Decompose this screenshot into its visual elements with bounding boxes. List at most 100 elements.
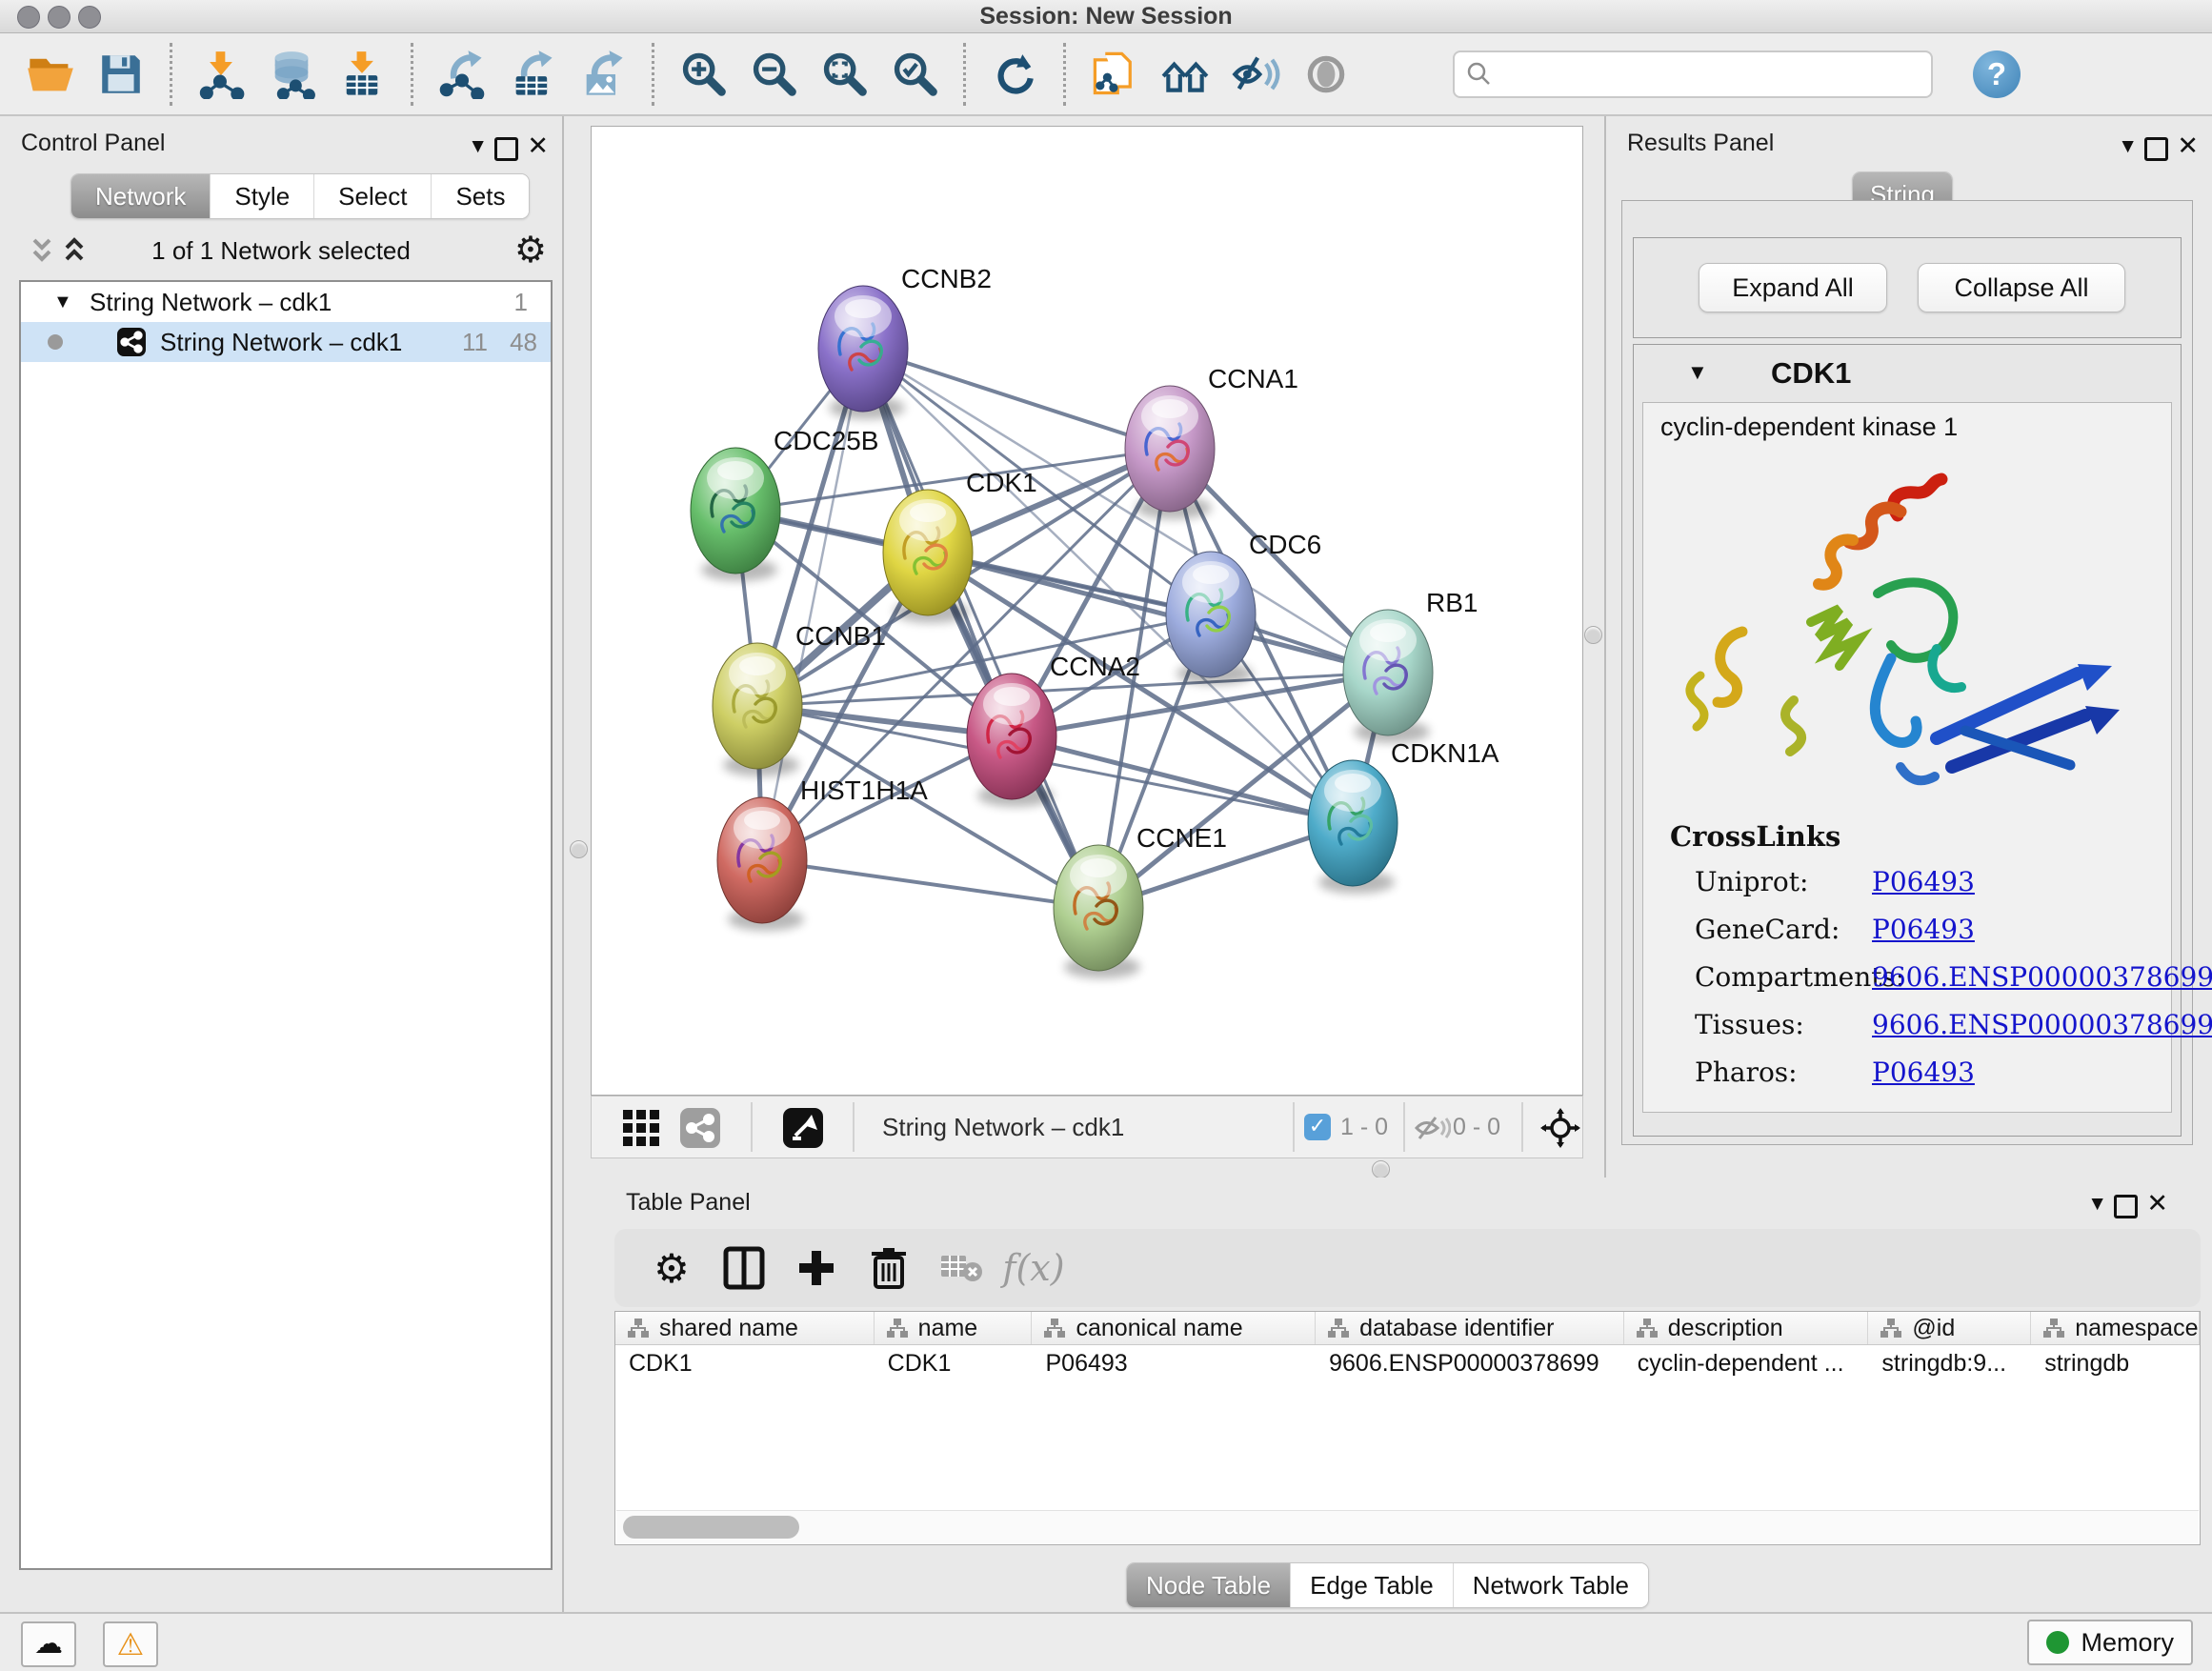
column-header-name[interactable]: name [875,1312,1033,1344]
cloud-icon[interactable]: ☁ [21,1621,76,1667]
column-header-canonical-name[interactable]: canonical name [1032,1312,1316,1344]
memory-button[interactable]: Memory [2027,1620,2193,1665]
network-collection-row[interactable]: ▼ String Network – cdk1 1 [21,282,551,322]
zoom-selected-icon[interactable] [885,45,944,104]
float-panel-icon[interactable] [494,137,518,161]
network-node-CDC25B[interactable] [691,448,780,581]
documents-icon[interactable] [1085,45,1144,104]
table-cell[interactable]: 9606.ENSP00000378699 [1316,1350,1624,1378]
crosslink-link[interactable]: P06493 [1872,914,1975,945]
pan-crosshair-icon[interactable] [1540,1108,1580,1148]
import-network-icon[interactable] [191,45,251,104]
delete-column-icon[interactable] [858,1241,919,1295]
network-node-CDKN1A[interactable] [1308,760,1398,894]
expand-all-button[interactable]: Expand All [1699,263,1887,312]
horizontal-scrollbar[interactable] [616,1510,2199,1543]
birds-eye-view-icon[interactable] [782,1107,824,1149]
table-cell[interactable]: stringdb [2031,1350,2200,1378]
network-node-CDC6[interactable] [1166,552,1256,685]
tab-select[interactable]: Select [313,174,431,218]
search-input[interactable] [1502,52,1916,94]
table-cell[interactable]: stringdb:9... [1868,1350,2031,1378]
network-edge[interactable] [863,349,1098,908]
table-row[interactable]: CDK1CDK1P064939606.ENSP00000378699cyclin… [615,1345,2200,1381]
network-node-CCNB1[interactable] [713,643,802,776]
collapse-panel-icon[interactable]: ▼ [2087,1193,2107,1216]
export-image-icon[interactable] [573,45,633,104]
network-edge[interactable] [762,860,1098,908]
collapse-panel-icon[interactable]: ▼ [2118,135,2138,158]
tab-node-table[interactable]: Node Table [1127,1563,1290,1607]
network-node-CCNE1[interactable] [1054,845,1143,978]
float-panel-icon[interactable] [2144,137,2168,161]
table-settings-gear-icon[interactable]: ⚙ [641,1241,702,1295]
crosslink-link[interactable]: P06493 [1872,1057,1975,1088]
expander-icon[interactable]: ▼ [1687,360,1708,385]
node-label-CCNA2: CCNA2 [1050,652,1140,681]
collapse-panel-icon[interactable]: ▼ [468,135,488,158]
houses-icon[interactable] [1156,45,1215,104]
scrollbar-thumb[interactable] [623,1516,799,1539]
network-graph[interactable]: CCNB2CCNA1CDC25BCDK1CDC6RB1CCNB1CCNA2CDK… [592,127,1582,1095]
import-database-icon[interactable] [262,45,321,104]
tab-style[interactable]: Style [210,174,313,218]
left-splitter-handle[interactable] [570,840,588,858]
network-node-CCNA1[interactable] [1125,386,1215,519]
tab-edge-table[interactable]: Edge Table [1290,1563,1453,1607]
expander-icon[interactable]: ▼ [53,282,72,322]
network-view-icon[interactable] [679,1107,721,1149]
network-canvas[interactable]: CCNB2CCNA1CDC25BCDK1CDC6RB1CCNB1CCNA2CDK… [591,126,1583,1096]
bottom-splitter-handle[interactable] [1372,1160,1390,1178]
network-edge[interactable] [928,553,1388,673]
cdk1-section-header[interactable]: ▼ CDK1 [1634,345,2181,402]
crosslink-link[interactable]: 9606.ENSP00000378699 [1872,1009,2212,1040]
function-builder-icon[interactable]: f(x) [1003,1241,1064,1295]
delete-table-icon[interactable] [931,1241,992,1295]
table-cell[interactable]: CDK1 [615,1350,875,1378]
toolbar-separator [170,43,172,106]
network-node-CCNB2[interactable] [818,286,908,419]
close-panel-icon[interactable]: ✕ [2146,1189,2168,1218]
network-node-HIST1H1A[interactable] [717,797,807,931]
zoom-out-icon[interactable] [744,45,803,104]
network-node-RB1[interactable] [1343,610,1433,743]
tab-network-table[interactable]: Network Table [1453,1563,1648,1607]
zoom-fit-icon[interactable] [814,45,874,104]
table-cell[interactable]: cyclin-dependent ... [1624,1350,1869,1378]
column-header-database-identifier[interactable]: database identifier [1316,1312,1624,1344]
network-edge[interactable] [863,349,1170,449]
collapse-all-button[interactable]: Collapse All [1918,263,2125,312]
close-panel-icon[interactable]: ✕ [527,131,549,161]
warning-icon[interactable]: ⚠ [103,1621,158,1667]
float-panel-icon[interactable] [2114,1195,2138,1218]
export-network-icon[interactable] [432,45,492,104]
column-header--id[interactable]: @id [1868,1312,2031,1344]
save-session-icon[interactable] [91,45,151,104]
add-column-icon[interactable] [786,1241,847,1295]
column-header-description[interactable]: description [1624,1312,1869,1344]
table-cell[interactable]: P06493 [1032,1350,1316,1378]
table-cell[interactable]: CDK1 [875,1350,1033,1378]
column-header-shared-name[interactable]: shared name [615,1312,875,1344]
import-table-icon[interactable] [332,45,392,104]
hide-eye-icon[interactable] [1226,45,1285,104]
refresh-icon[interactable] [985,45,1044,104]
network-row-selected[interactable]: String Network – cdk1 11 48 [21,322,551,362]
tab-network[interactable]: Network [71,174,210,218]
open-file-icon[interactable] [21,45,80,104]
selected-checkbox-icon[interactable]: ✓ [1304,1114,1331,1140]
crosslink-link[interactable]: P06493 [1872,866,1975,897]
show-columns-icon[interactable] [714,1241,774,1295]
help-icon[interactable]: ? [1973,50,2021,98]
right-splitter-handle[interactable] [1584,626,1602,644]
grid-view-icon[interactable] [622,1109,660,1147]
memory-label: Memory [2081,1628,2174,1658]
tab-sets[interactable]: Sets [431,174,529,218]
gear-icon[interactable]: ⚙ [514,229,547,271]
close-panel-icon[interactable]: ✕ [2177,131,2199,161]
crosslink-link[interactable]: 9606.ENSP00000378699 [1872,961,2212,993]
zoom-in-icon[interactable] [674,45,733,104]
column-header-namespace[interactable]: namespace [2031,1312,2200,1344]
gray-eye-icon[interactable] [1297,45,1356,104]
export-table-icon[interactable] [503,45,562,104]
